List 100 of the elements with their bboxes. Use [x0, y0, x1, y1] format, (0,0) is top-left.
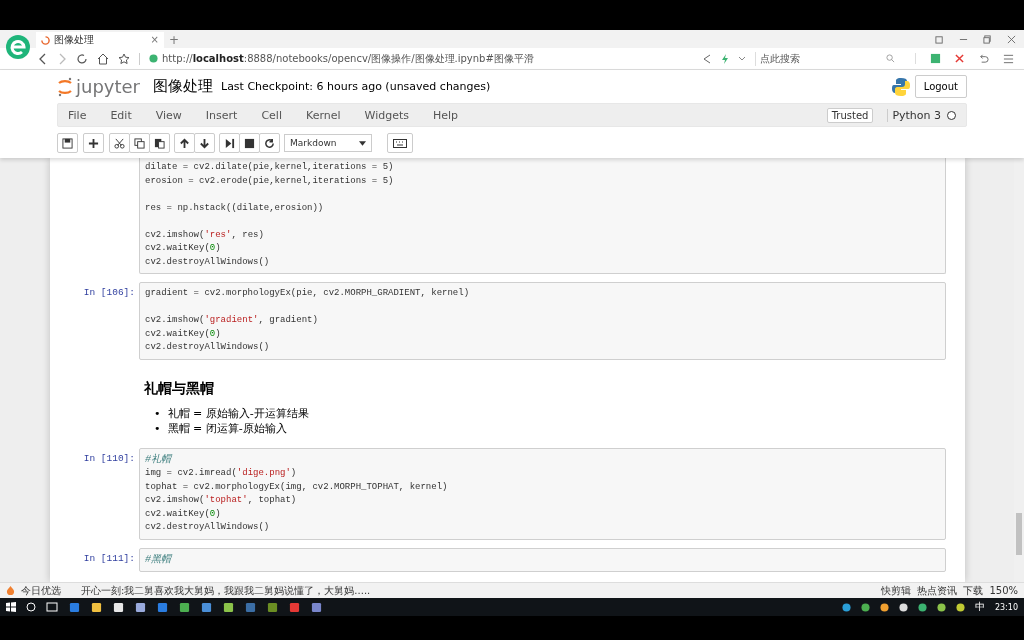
notebook-title[interactable]: 图像处理 [153, 77, 213, 96]
taskbar-app-icon[interactable] [179, 601, 190, 613]
status-item[interactable]: 热点资讯 [917, 584, 958, 597]
address-bar[interactable]: http://localhost:8888/notebooks/opencv/图像操作/图像处理.ipynb#图像平滑 [162, 51, 693, 66]
new-tab-button[interactable]: + [169, 32, 180, 48]
code-line: dilate = cv2.dilate(pie,kernel,iterations = 5) [145, 161, 395, 174]
code-line: #礼帽 [145, 452, 174, 467]
step-forward-icon [224, 137, 235, 149]
plus-icon [88, 137, 99, 149]
code-line: cv2.imshow('tophat', tophat) [145, 494, 298, 507]
window-restore-icon[interactable] [935, 34, 944, 44]
code-line: gradient = cv2.morphologyEx(pie, cv2.MORPH_GRADIENT, kernel) [145, 287, 471, 300]
cell-type-dropdown[interactable]: Markdown [284, 134, 372, 152]
search-icon[interactable] [26, 602, 36, 612]
code-line: #黑帽 [145, 552, 174, 567]
chevron-down-icon[interactable] [738, 54, 746, 63]
taskbar-app-icon[interactable] [91, 601, 102, 613]
cell-prompt: In [111]: [83, 552, 135, 564]
code-line: cv2.imshow('res', res) [145, 228, 265, 242]
code-line: cv2.waitKey(0) [145, 507, 222, 521]
cell-prompt: In [110]: [83, 452, 135, 464]
task-view-icon[interactable] [46, 602, 58, 612]
kernel-name: Python 3 [887, 108, 941, 122]
code-cell[interactable]: #黑帽 [139, 547, 946, 572]
browser-tab[interactable]: 图像处理 × [36, 32, 164, 48]
back-icon[interactable] [38, 52, 48, 65]
zoom-level[interactable]: 150% [989, 584, 1018, 597]
status-label[interactable]: 今日优选 [21, 584, 61, 597]
news-ticker[interactable]: 开心一刻:我二舅喜欢我大舅妈，我跟我二舅妈说懂了，大舅妈..... [81, 584, 371, 597]
loading-icon [41, 35, 50, 45]
section-heading: 礼帽与黑帽 [144, 379, 215, 398]
arrow-up-icon [179, 137, 190, 149]
star-icon[interactable] [118, 52, 130, 65]
cell-prompt: In [106]: [83, 287, 135, 298]
reload-icon[interactable] [76, 52, 88, 65]
lightning-icon[interactable] [721, 53, 729, 64]
status-item[interactable]: 快剪辑 [881, 584, 912, 597]
run-button[interactable] [219, 133, 240, 153]
code-line: cv2.destroyAllWindows() [145, 521, 271, 534]
trusted-badge[interactable]: Trusted [826, 107, 874, 123]
start-icon[interactable] [6, 602, 16, 612]
share-icon[interactable] [702, 53, 712, 64]
menu-item[interactable]: Widgets [364, 108, 409, 122]
home-icon[interactable] [97, 52, 109, 65]
paste-button[interactable] [149, 133, 170, 153]
add-cell-button[interactable] [83, 133, 104, 153]
logo-text[interactable]: jupyter [76, 76, 141, 97]
code-line: tophat = cv2.morphologyEx(img, cv2.MORPH_TOPHAT, kernel) [145, 480, 449, 494]
menu-item[interactable]: Help [433, 108, 459, 122]
checkpoint-status: Last Checkpoint: 6 hours ago (unsaved changes) [221, 80, 491, 93]
cut-button[interactable] [109, 133, 130, 153]
jupyter-logo-icon[interactable] [57, 76, 73, 97]
code-cell[interactable]: #礼帽 img = cv2.imread('dige.png') tophat = cv2.morphologyEx(img, cv2.MORPH_TOPHAT, kernel) cv2.imshow('tophat', tophat) cv2.waitKey(0) cv2.destroyAllWindows() [139, 447, 946, 540]
code-line: cv2.waitKey(0) [145, 327, 222, 341]
menu-item[interactable]: Insert [205, 108, 238, 122]
taskbar-app-icon[interactable] [113, 601, 124, 613]
move-down-button[interactable] [194, 133, 215, 153]
tab-close-button[interactable]: × [150, 35, 159, 45]
bullet-marker: • [154, 405, 161, 421]
menu-item[interactable]: Edit [110, 108, 132, 122]
bullet-item: 礼帽 = 原始输入-开运算结果 [167, 405, 309, 421]
menu-item[interactable]: Cell [261, 108, 282, 122]
close-icon[interactable] [1007, 34, 1016, 44]
menu-icon[interactable] [1003, 53, 1014, 64]
code-line: res = np.hstack((dilate,erosion)) [145, 201, 325, 215]
save-button[interactable] [57, 133, 78, 153]
code-line: cv2.destroyAllWindows() [145, 341, 271, 354]
paste-icon [154, 137, 165, 149]
code-cell[interactable]: dilate = cv2.dilate(pie,kernel,iterations = 5) erosion = cv2.erode(pie,kernel,iterations = 5) res = np.hstack((dilate,erosion)) cv2.imshow('res', res) cv2.waitKey(0) cv2.destroyAllWindows() [139, 158, 946, 274]
caret-icon [359, 140, 366, 146]
logout-button[interactable]: Logout [914, 75, 967, 98]
clock[interactable]: 23:10 [994, 602, 1018, 612]
stop-icon [244, 137, 255, 149]
python-logo-icon [890, 76, 911, 97]
code-cell[interactable]: gradient = cv2.morphologyEx(pie, cv2.MORPH_GRADIENT, kernel) cv2.imshow('gradient', gradient) cv2.waitKey(0) cv2.destroyAllWindows() [139, 282, 946, 360]
code-line: cv2.destroyAllWindows() [145, 255, 271, 269]
extension-icon[interactable] [930, 53, 941, 64]
move-up-button[interactable] [174, 133, 195, 153]
arrow-down-icon [199, 137, 210, 149]
code-line: cv2.imshow('gradient', gradient) [145, 314, 319, 327]
tab-title: 图像处理 [54, 33, 95, 47]
bullet-item: 黑帽 = 闭运算-原始输入 [167, 420, 287, 436]
menu-item[interactable]: File [68, 108, 87, 122]
stop-button[interactable] [239, 133, 260, 153]
undo-icon[interactable] [978, 53, 989, 64]
restart-button[interactable] [259, 133, 280, 153]
taskbar-app-icon[interactable] [223, 601, 234, 613]
menu-item[interactable]: Kernel [305, 108, 341, 122]
cross-icon[interactable] [955, 54, 964, 63]
copy-button[interactable] [129, 133, 150, 153]
maximize-icon[interactable] [983, 34, 992, 44]
code-line: erosion = cv2.erode(pie,kernel,iterations = 5) [145, 174, 395, 188]
menu-item[interactable]: View [155, 108, 182, 122]
taskbar-app-icon[interactable] [135, 601, 146, 613]
status-item[interactable]: 下载 [963, 584, 984, 597]
keyboard-button[interactable] [387, 133, 413, 153]
scissors-icon [114, 137, 125, 149]
input-method-indicator[interactable]: 中 [974, 600, 985, 614]
search-field[interactable]: 点此搜索 [760, 51, 886, 66]
restart-icon [264, 137, 275, 149]
